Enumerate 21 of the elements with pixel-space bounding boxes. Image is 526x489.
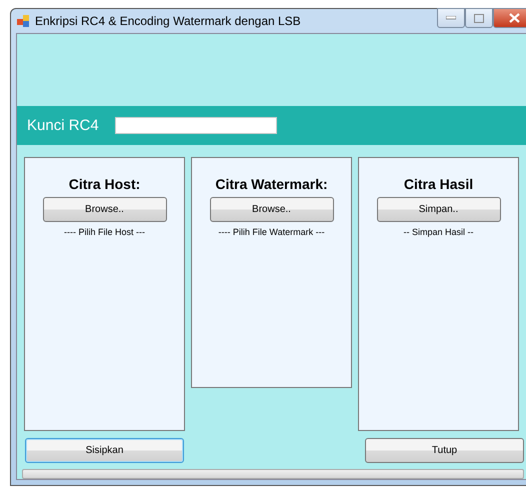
close-icon [508,13,520,23]
panel-title: Citra Watermark: [215,176,328,192]
key-label: Kunci RC4 [27,117,100,134]
minimize-button[interactable] [437,8,465,28]
app-icon [16,14,30,28]
minimize-icon [446,16,456,20]
action-button[interactable]: Tutup [365,438,524,463]
panel-button[interactable]: Browse.. [42,197,166,222]
panel-button[interactable]: Browse.. [210,197,334,222]
action-button[interactable]: Sisipkan [25,438,184,463]
panel-button[interactable]: Simpan.. [376,197,500,222]
file-caption: ---- Pilih File Host --- [64,227,145,237]
maximize-icon [474,14,484,22]
panel-title: Citra Hasil [404,176,474,192]
maximize-button[interactable] [465,8,493,28]
close-button[interactable] [493,8,526,28]
file-caption: -- Simpan Hasil -- [403,227,474,237]
key-input-field[interactable] [115,117,277,134]
file-caption: ---- Pilih File Watermark --- [218,227,325,237]
window-title: Enkripsi RC4 & Encoding Watermark dengan LSB [35,14,301,28]
panel-title: Citra Host: [68,176,140,192]
